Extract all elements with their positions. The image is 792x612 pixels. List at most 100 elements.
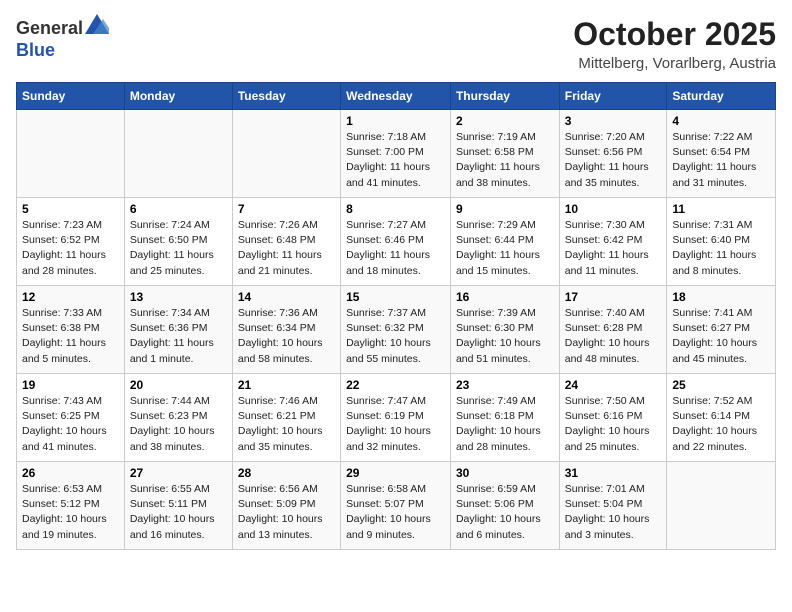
day-info: Sunrise: 7:27 AMSunset: 6:46 PMDaylight:… [346, 218, 445, 279]
calendar-cell: 24 Sunrise: 7:50 AMSunset: 6:16 PMDayligh… [559, 374, 667, 462]
day-number: 2 [456, 114, 554, 128]
day-info: Sunrise: 7:52 AMSunset: 6:14 PMDaylight:… [672, 394, 770, 455]
day-info: Sunrise: 6:55 AMSunset: 5:11 PMDaylight:… [130, 482, 227, 543]
weekday-header-monday: Monday [124, 83, 232, 110]
logo-general: General [16, 18, 83, 38]
calendar-cell: 3 Sunrise: 7:20 AMSunset: 6:56 PMDaylight… [559, 110, 667, 198]
day-info: Sunrise: 7:22 AMSunset: 6:54 PMDaylight:… [672, 130, 770, 191]
calendar-cell: 7Sunrise: 7:26 AMSunset: 6:48 PMDaylight… [232, 198, 340, 286]
page-header: General Blue October 2025 Mittelberg, Vo… [16, 16, 776, 72]
day-info: Sunrise: 7:31 AMSunset: 6:40 PMDaylight:… [672, 218, 770, 279]
calendar-cell: 22Sunrise: 7:47 AMSunset: 6:19 PMDayligh… [341, 374, 451, 462]
calendar-table: SundayMondayTuesdayWednesdayThursdayFrid… [16, 82, 776, 550]
month-title: October 2025 [573, 16, 776, 53]
day-info: Sunrise: 7:33 AMSunset: 6:38 PMDaylight:… [22, 306, 119, 367]
weekday-header-sunday: Sunday [17, 83, 125, 110]
calendar-cell [667, 462, 776, 550]
day-number: 14 [238, 290, 335, 304]
day-info: Sunrise: 7:29 AMSunset: 6:44 PMDaylight:… [456, 218, 554, 279]
day-number: 6 [130, 202, 227, 216]
day-number: 19 [22, 378, 119, 392]
calendar-cell: 29Sunrise: 6:58 AMSunset: 5:07 PMDayligh… [341, 462, 451, 550]
day-info: Sunrise: 7:24 AMSunset: 6:50 PMDaylight:… [130, 218, 227, 279]
logo: General Blue [16, 16, 109, 61]
calendar-cell: 5Sunrise: 7:23 AMSunset: 6:52 PMDaylight… [17, 198, 125, 286]
day-info: Sunrise: 7:50 AMSunset: 6:16 PMDaylight:… [565, 394, 662, 455]
day-number: 23 [456, 378, 554, 392]
weekday-header-row: SundayMondayTuesdayWednesdayThursdayFrid… [17, 83, 776, 110]
day-info: Sunrise: 7:47 AMSunset: 6:19 PMDaylight:… [346, 394, 445, 455]
calendar-cell: 4Sunrise: 7:22 AMSunset: 6:54 PMDaylight… [667, 110, 776, 198]
calendar-cell: 18Sunrise: 7:41 AMSunset: 6:27 PMDayligh… [667, 286, 776, 374]
day-info: Sunrise: 7:19 AMSunset: 6:58 PMDaylight:… [456, 130, 554, 191]
day-info: Sunrise: 7:44 AMSunset: 6:23 PMDaylight:… [130, 394, 227, 455]
day-number: 5 [22, 202, 119, 216]
day-info: Sunrise: 7:43 AMSunset: 6:25 PMDaylight:… [22, 394, 119, 455]
calendar-cell: 13 Sunrise: 7:34 AMSunset: 6:36 PMDayligh… [124, 286, 232, 374]
calendar-cell: 1Sunrise: 7:18 AMSunset: 7:00 PMDaylight… [341, 110, 451, 198]
weekday-header-wednesday: Wednesday [341, 83, 451, 110]
weekday-header-friday: Friday [559, 83, 667, 110]
day-number: 16 [456, 290, 554, 304]
calendar-cell: 8 Sunrise: 7:27 AMSunset: 6:46 PMDaylight… [341, 198, 451, 286]
day-number: 15 [346, 290, 445, 304]
calendar-cell [124, 110, 232, 198]
calendar-cell: 30Sunrise: 6:59 AMSunset: 5:06 PMDayligh… [450, 462, 559, 550]
day-number: 21 [238, 378, 335, 392]
calendar-week-1: 1Sunrise: 7:18 AMSunset: 7:00 PMDaylight… [17, 110, 776, 198]
day-info: Sunrise: 6:53 AMSunset: 5:12 PMDaylight:… [22, 482, 119, 543]
calendar-cell: 2 Sunrise: 7:19 AMSunset: 6:58 PMDaylight… [450, 110, 559, 198]
calendar-body: 1Sunrise: 7:18 AMSunset: 7:00 PMDaylight… [17, 110, 776, 550]
calendar-cell: 31 Sunrise: 7:01 AMSunset: 5:04 PMDayligh… [559, 462, 667, 550]
day-number: 24 [565, 378, 662, 392]
day-info: Sunrise: 6:56 AMSunset: 5:09 PMDaylight:… [238, 482, 335, 543]
weekday-header-tuesday: Tuesday [232, 83, 340, 110]
day-info: Sunrise: 7:20 AMSunset: 6:56 PMDaylight:… [565, 130, 662, 191]
calendar-cell: 21 Sunrise: 7:46 AMSunset: 6:21 PMDayligh… [232, 374, 340, 462]
calendar-cell: 25 Sunrise: 7:52 AMSunset: 6:14 PMDayligh… [667, 374, 776, 462]
calendar-cell: 23 Sunrise: 7:49 AMSunset: 6:18 PMDayligh… [450, 374, 559, 462]
day-number: 12 [22, 290, 119, 304]
day-number: 17 [565, 290, 662, 304]
day-info: Sunrise: 7:40 AMSunset: 6:28 PMDaylight:… [565, 306, 662, 367]
day-info: Sunrise: 7:26 AMSunset: 6:48 PMDaylight:… [238, 218, 335, 279]
day-info: Sunrise: 6:59 AMSunset: 5:06 PMDaylight:… [456, 482, 554, 543]
day-number: 9 [456, 202, 554, 216]
day-info: Sunrise: 7:34 AMSunset: 6:36 PMDaylight:… [130, 306, 227, 367]
day-number: 31 [565, 466, 662, 480]
day-info: Sunrise: 7:37 AMSunset: 6:32 PMDaylight:… [346, 306, 445, 367]
day-number: 27 [130, 466, 227, 480]
calendar-cell: 28Sunrise: 6:56 AMSunset: 5:09 PMDayligh… [232, 462, 340, 550]
calendar-week-2: 5Sunrise: 7:23 AMSunset: 6:52 PMDaylight… [17, 198, 776, 286]
calendar-cell [232, 110, 340, 198]
logo-icon [85, 14, 109, 34]
calendar-week-3: 12 Sunrise: 7:33 AMSunset: 6:38 PMDayligh… [17, 286, 776, 374]
calendar-week-4: 19 Sunrise: 7:43 AMSunset: 6:25 PMDayligh… [17, 374, 776, 462]
logo-blue: Blue [16, 40, 55, 60]
calendar-cell: 14 Sunrise: 7:36 AMSunset: 6:34 PMDayligh… [232, 286, 340, 374]
day-info: Sunrise: 7:18 AMSunset: 7:00 PMDaylight:… [346, 130, 445, 191]
calendar-cell: 20 Sunrise: 7:44 AMSunset: 6:23 PMDayligh… [124, 374, 232, 462]
day-number: 10 [565, 202, 662, 216]
weekday-header-thursday: Thursday [450, 83, 559, 110]
day-number: 3 [565, 114, 662, 128]
day-info: Sunrise: 7:30 AMSunset: 6:42 PMDaylight:… [565, 218, 662, 279]
day-number: 20 [130, 378, 227, 392]
calendar-cell: 26 Sunrise: 6:53 AMSunset: 5:12 PMDayligh… [17, 462, 125, 550]
day-number: 8 [346, 202, 445, 216]
day-number: 26 [22, 466, 119, 480]
calendar-cell: 19 Sunrise: 7:43 AMSunset: 6:25 PMDayligh… [17, 374, 125, 462]
calendar-cell: 17 Sunrise: 7:40 AMSunset: 6:28 PMDayligh… [559, 286, 667, 374]
day-number: 13 [130, 290, 227, 304]
calendar-cell: 11Sunrise: 7:31 AMSunset: 6:40 PMDayligh… [667, 198, 776, 286]
day-number: 25 [672, 378, 770, 392]
calendar-cell: 15 Sunrise: 7:37 AMSunset: 6:32 PMDayligh… [341, 286, 451, 374]
day-info: Sunrise: 7:46 AMSunset: 6:21 PMDaylight:… [238, 394, 335, 455]
day-info: Sunrise: 7:01 AMSunset: 5:04 PMDaylight:… [565, 482, 662, 543]
weekday-header-saturday: Saturday [667, 83, 776, 110]
day-info: Sunrise: 7:41 AMSunset: 6:27 PMDaylight:… [672, 306, 770, 367]
day-info: Sunrise: 6:58 AMSunset: 5:07 PMDaylight:… [346, 482, 445, 543]
day-info: Sunrise: 7:36 AMSunset: 6:34 PMDaylight:… [238, 306, 335, 367]
calendar-cell: 9 Sunrise: 7:29 AMSunset: 6:44 PMDaylight… [450, 198, 559, 286]
day-info: Sunrise: 7:49 AMSunset: 6:18 PMDaylight:… [456, 394, 554, 455]
